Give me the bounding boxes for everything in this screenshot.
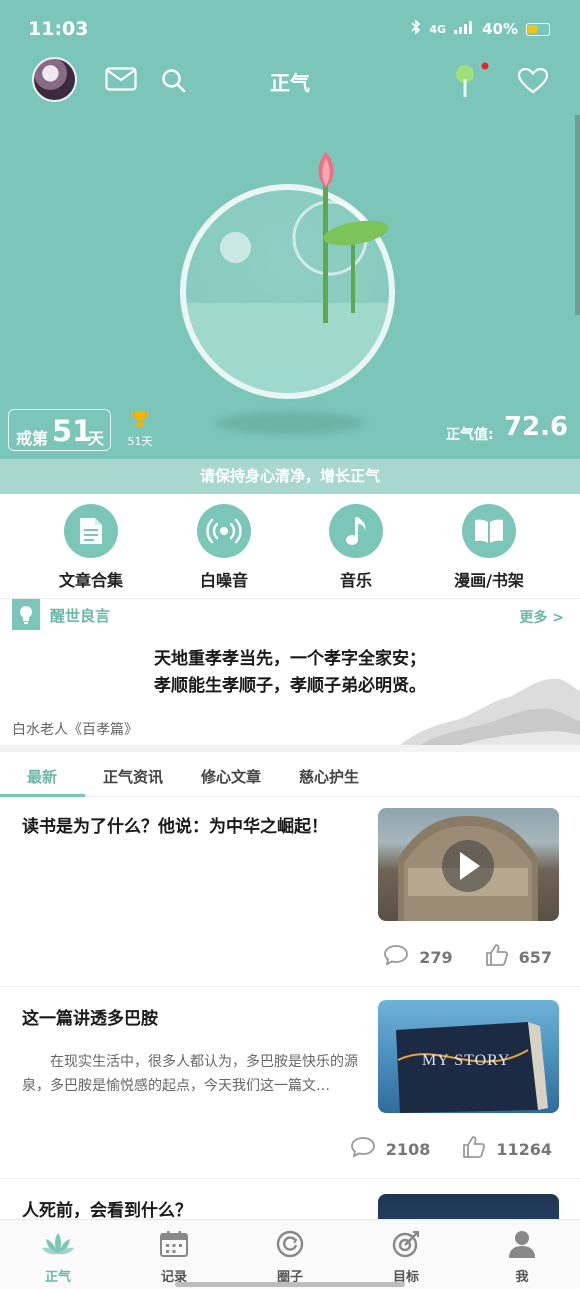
article-title: 人死前，会看到什么？ [22, 1201, 192, 1219]
status-bar: 11:03 4G 40% [0, 0, 580, 60]
article-tabs: 最新 正气资讯 修心文章 慈心护生 [0, 752, 580, 797]
comment-count: 2108 [385, 1139, 431, 1159]
tab-mind-articles[interactable]: 修心文章 [201, 766, 261, 787]
nav-circle[interactable]: 圈子 [250, 1228, 330, 1285]
circle-refresh-icon [250, 1228, 330, 1260]
entry-music[interactable]: 音乐 [296, 504, 416, 591]
nav-zhengqi[interactable]: 正气 [18, 1228, 98, 1285]
article-stats: 2108 11264 [350, 1135, 552, 1163]
like-count: 657 [518, 947, 552, 967]
active-tab-indicator [0, 794, 85, 797]
quote-line-2: 孝顺能生孝顺子，孝顺子弟必明贤。 [154, 676, 426, 696]
quick-entries: 文章合集 白噪音 音乐 漫画/书架 [0, 494, 580, 598]
article-card[interactable]: 读书是为了什么？他说：为中华之崛起！ 279 657 [0, 798, 580, 986]
section-gap [0, 745, 580, 752]
lotus-icon [18, 1228, 98, 1260]
entry-comics-bookshelf[interactable]: 漫画/书架 [429, 504, 549, 591]
nav-me[interactable]: 我 [482, 1228, 562, 1285]
days-prefix: 戒第 [16, 429, 49, 448]
article-title: 这一篇讲透多巴胺 [22, 1009, 158, 1029]
app-header: 正气 [0, 55, 580, 107]
nav-label: 我 [515, 1270, 529, 1285]
battery-percent: 40% [482, 20, 518, 38]
like-icon[interactable] [462, 1135, 486, 1163]
lightbulb-icon [12, 599, 40, 630]
tab-latest[interactable]: 最新 [27, 766, 57, 787]
signal-icon [454, 20, 474, 38]
entry-white-noise[interactable]: 白噪音 [164, 504, 284, 591]
broadcast-icon [197, 504, 251, 558]
quote-line-1: 天地重孝孝当先，一个孝字全家安； [154, 649, 426, 669]
comment-icon[interactable] [350, 1136, 376, 1162]
tab-animal-protection[interactable]: 慈心护生 [299, 766, 359, 787]
like-count: 11264 [496, 1139, 552, 1159]
quote-section-title: 醒世良言 [50, 607, 111, 625]
music-note-icon [329, 504, 383, 558]
bubble-decoration [220, 232, 251, 263]
quote-author: 白水老人《百孝篇》 [12, 722, 138, 738]
zhengqi-label: 正气值: [446, 427, 494, 443]
entry-article-collection[interactable]: 文章合集 [31, 504, 151, 591]
calendar-icon [134, 1228, 214, 1260]
heart-icon[interactable] [517, 67, 549, 98]
comment-count: 279 [419, 947, 453, 967]
trophy-icon [126, 410, 154, 433]
nav-goal[interactable]: 目标 [366, 1228, 446, 1285]
article-title: 读书是为了什么？他说：为中华之崛起！ [22, 817, 328, 837]
like-icon[interactable] [485, 943, 509, 971]
comment-icon[interactable] [383, 944, 409, 970]
divider [0, 1178, 580, 1179]
abstinence-days-box[interactable]: 戒第 51 天 [8, 409, 111, 451]
nav-records[interactable]: 记录 [134, 1228, 214, 1285]
entry-label: 音乐 [339, 571, 372, 590]
trophy-badge[interactable]: 51天 [126, 410, 154, 449]
document-icon [64, 504, 118, 558]
gate-illustration [398, 816, 538, 921]
system-home-indicator[interactable] [175, 1282, 405, 1287]
article-description: 在现实生活中，很多人都认为，多巴胺是快乐的源泉，多巴胺是愉悦感的起点，今天我们这… [22, 1054, 358, 1094]
quote-more-link[interactable]: 更多 > [519, 607, 564, 627]
status-right: 4G 40% [411, 19, 550, 39]
lotus-illustration [292, 152, 389, 323]
keep-message-bar: 请保持身心清净，增长正气 [0, 459, 580, 494]
thumbnail-text: MY STORY [422, 1052, 511, 1069]
bowl-shadow [215, 412, 365, 434]
days-number: 51 [52, 414, 93, 448]
entry-label: 白噪音 [199, 571, 248, 590]
bottom-navigation: 正气 记录 圈子 目标 我 [0, 1219, 580, 1289]
article-card[interactable]: 人死前，会看到什么？ [0, 1182, 580, 1219]
entry-label: 文章合集 [58, 571, 123, 590]
nav-label: 正气 [44, 1270, 71, 1285]
status-time: 11:03 [28, 18, 89, 40]
battery-icon [526, 22, 550, 36]
network-label: 4G [429, 22, 447, 36]
article-thumbnail[interactable]: MY STORY [378, 1000, 559, 1113]
article-stats: 279 657 [383, 943, 552, 971]
tab-zhengqi-news[interactable]: 正气资讯 [103, 766, 163, 787]
article-thumbnail[interactable] [378, 1194, 559, 1219]
tree-icon[interactable] [452, 61, 492, 103]
target-icon [366, 1228, 446, 1260]
days-suffix: 天 [88, 429, 105, 448]
quote-section[interactable]: 醒世良言 更多 > 天地重孝孝当先，一个孝字全家安； 孝顺能生孝顺子，孝顺子弟必… [0, 599, 580, 745]
bluetooth-icon [411, 19, 421, 39]
article-thumbnail[interactable] [378, 808, 559, 921]
person-icon [482, 1228, 562, 1260]
divider [0, 986, 580, 987]
scrollbar[interactable] [575, 115, 580, 315]
page-title: 正气 [270, 71, 310, 95]
entry-label: 漫画/书架 [454, 571, 524, 590]
trophy-label: 51天 [127, 435, 153, 448]
zhengqi-value: 72.6 [504, 412, 569, 442]
book-icon [462, 504, 516, 558]
article-card[interactable]: 这一篇讲透多巴胺 在现实生活中，很多人都认为，多巴胺是快乐的源泉，多巴胺是愉悦感… [0, 990, 580, 1178]
